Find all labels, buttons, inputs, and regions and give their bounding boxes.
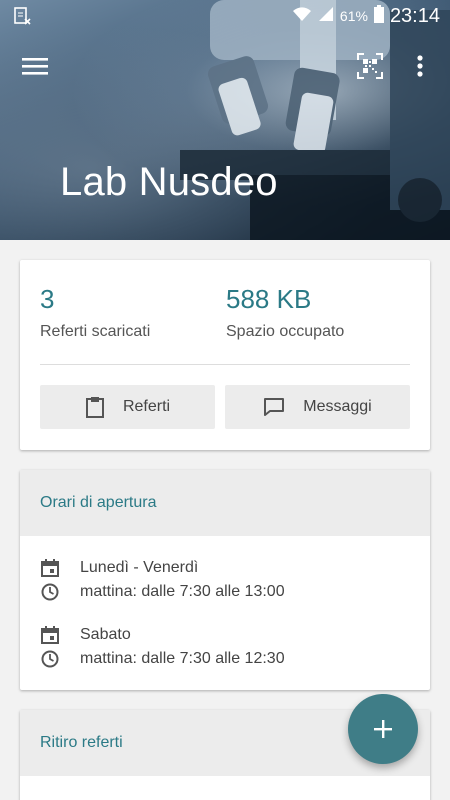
schedule-days: Sabato — [80, 626, 131, 643]
schedule-days: Lunedì - Venerdì — [80, 559, 199, 576]
more-options-button[interactable] — [402, 48, 438, 84]
schedule-hours-row: mattina: dalle 7:30 alle 12:30 — [40, 647, 285, 671]
wifi-icon — [292, 6, 312, 27]
space-stat: 588 KB Spazio occupato — [226, 284, 344, 341]
clipboard-icon — [85, 397, 104, 418]
stats-card: 3 Referti scaricati 588 KB Spazio occupa… — [20, 260, 430, 450]
battery-percent: 61% — [339, 8, 368, 24]
schedule-hours-row: mattina: dalle 7:30 alle 13:00 — [40, 580, 285, 604]
more-vert-icon — [417, 55, 423, 77]
space-label: Spazio occupato — [226, 323, 345, 340]
lab-title: Lab Nusdeo — [60, 160, 278, 204]
schedule-hours: mattina: dalle 7:30 alle 12:30 — [80, 650, 285, 667]
plus-icon — [374, 720, 392, 738]
notification-icon — [12, 6, 32, 26]
schedule-days-row: Lunedì - Venerdì — [40, 556, 198, 580]
messaggi-label: Messaggi — [303, 398, 372, 415]
opening-hours-card: Orari di apertura Lunedì - Venerdì matti… — [20, 470, 430, 690]
report-pickup-title: Ritiro referti — [40, 734, 123, 751]
opening-hours-header: Orari di apertura — [20, 470, 430, 536]
calendar-icon — [40, 558, 60, 578]
downloaded-label: Referti scaricati — [40, 323, 151, 340]
signal-icon — [318, 6, 334, 27]
schedule-hours: mattina: dalle 7:30 alle 13:00 — [80, 583, 285, 600]
header-banner: 61% 23:14 Lab Nusdeo — [0, 0, 450, 240]
downloaded-count: 3 — [40, 284, 55, 314]
message-icon — [264, 398, 285, 416]
battery-icon — [373, 4, 384, 28]
messaggi-button[interactable]: Messaggi — [225, 385, 410, 429]
clock-icon — [40, 649, 60, 669]
clock-icon — [40, 582, 60, 602]
opening-hours-title: Orari di apertura — [40, 494, 157, 511]
clock: 23:14 — [389, 4, 440, 27]
referti-label: Referti — [122, 398, 171, 415]
menu-button[interactable] — [17, 48, 53, 84]
qr-scan-button[interactable] — [352, 48, 388, 84]
schedule-days-row: Sabato — [40, 623, 131, 647]
divider — [40, 364, 410, 365]
downloaded-stat: 3 Referti scaricati — [40, 284, 150, 341]
calendar-icon — [40, 625, 60, 645]
add-button[interactable] — [348, 694, 418, 764]
status-bar: 61% 23:14 — [0, 0, 450, 32]
space-value: 588 KB — [226, 284, 312, 314]
referti-button[interactable]: Referti — [40, 385, 215, 429]
hamburger-menu-icon — [22, 58, 48, 75]
qr-code-icon — [357, 53, 383, 79]
